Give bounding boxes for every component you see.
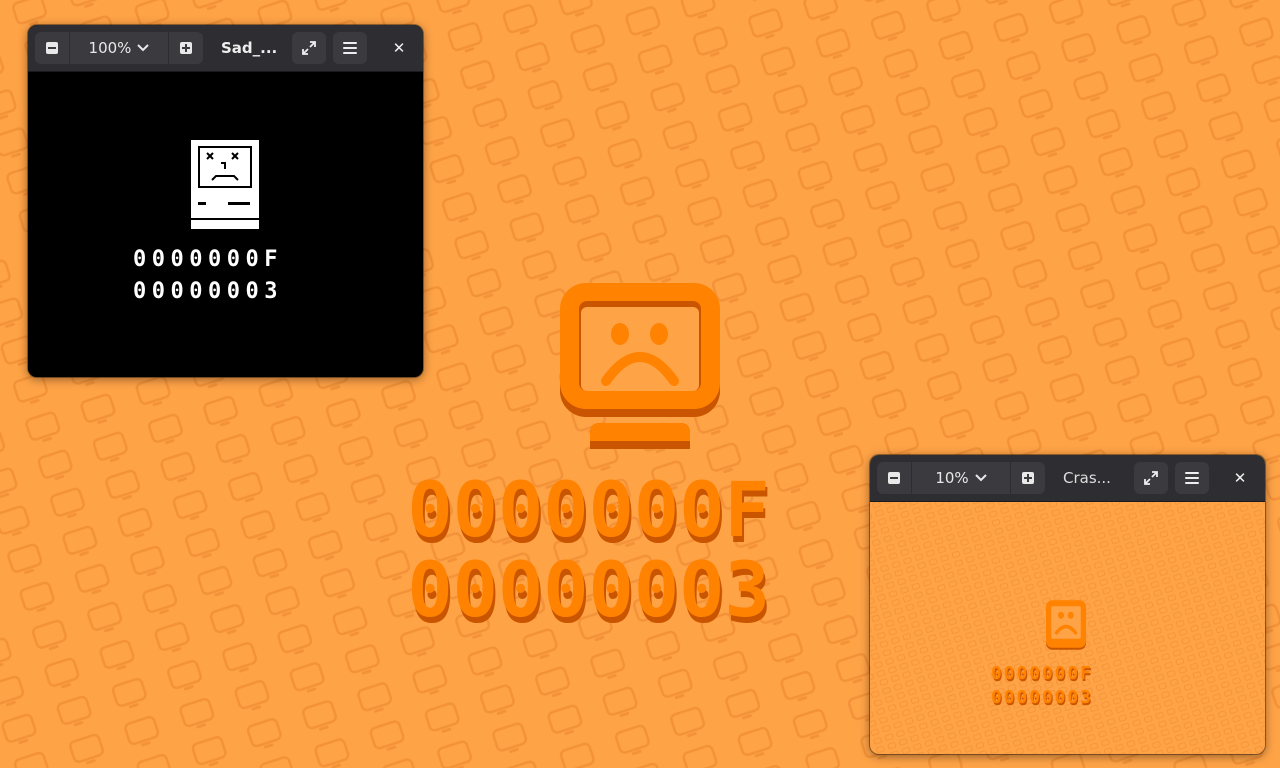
main-menu-button[interactable] — [333, 32, 367, 64]
sad-mac-icon — [191, 140, 259, 229]
zoom-controls: 10% — [877, 462, 1045, 494]
zoom-in-button[interactable] — [1011, 462, 1045, 494]
headerbar: 100% Sad_... ✕ — [28, 25, 423, 72]
zoom-in-icon — [1022, 472, 1034, 484]
chevron-down-icon — [974, 474, 987, 482]
close-icon: ✕ — [392, 38, 406, 57]
chevron-down-icon — [137, 44, 150, 52]
mac-code-line-1: 0000000F — [133, 247, 283, 272]
main-menu-button[interactable] — [1175, 462, 1209, 494]
desktop-code-line-2: 00000003 — [407, 552, 770, 628]
close-button[interactable]: ✕ — [1223, 462, 1257, 494]
desktop-code-line-1: 0000000F — [407, 472, 770, 548]
thumbnail-code-line-1: 0000000F — [991, 663, 1093, 684]
zoom-in-button[interactable] — [169, 32, 203, 64]
zoom-out-button[interactable] — [877, 462, 911, 494]
fullscreen-button[interactable] — [292, 32, 326, 64]
window-title: Cras... — [1063, 469, 1111, 487]
mac-code-line-2: 00000003 — [133, 279, 283, 304]
image-viewer-window-main: 100% Sad_... ✕ 0000000F 00000003 — [28, 25, 423, 377]
image-canvas: 0000000F 00000003 — [870, 502, 1265, 754]
close-icon: ✕ — [1233, 468, 1247, 487]
close-button[interactable]: ✕ — [382, 32, 416, 64]
zoom-level-value: 100% — [88, 39, 132, 57]
fullscreen-icon — [302, 41, 316, 55]
zoom-controls: 100% — [35, 32, 203, 64]
hamburger-menu-icon — [1185, 472, 1199, 484]
zoom-out-icon — [46, 42, 58, 54]
fullscreen-icon — [1144, 471, 1158, 485]
image-viewer-window-secondary: 10% Cras... ✕ 0000000F 00000003 — [870, 455, 1265, 754]
headerbar: 10% Cras... ✕ — [870, 455, 1265, 502]
image-canvas: 0000000F 00000003 — [28, 72, 423, 377]
sad-computer-icon — [560, 283, 720, 449]
zoom-level-dropdown[interactable]: 10% — [911, 462, 1011, 494]
zoom-level-value: 10% — [935, 469, 969, 487]
fullscreen-button[interactable] — [1134, 462, 1168, 494]
window-title: Sad_... — [221, 39, 278, 57]
hamburger-menu-icon — [343, 42, 357, 54]
thumbnail-code-line-2: 00000003 — [991, 687, 1093, 708]
sad-computer-icon — [1046, 600, 1086, 650]
zoom-level-dropdown[interactable]: 100% — [69, 32, 169, 64]
zoom-out-button[interactable] — [35, 32, 69, 64]
zoom-out-icon — [888, 472, 900, 484]
zoom-in-icon — [180, 42, 192, 54]
